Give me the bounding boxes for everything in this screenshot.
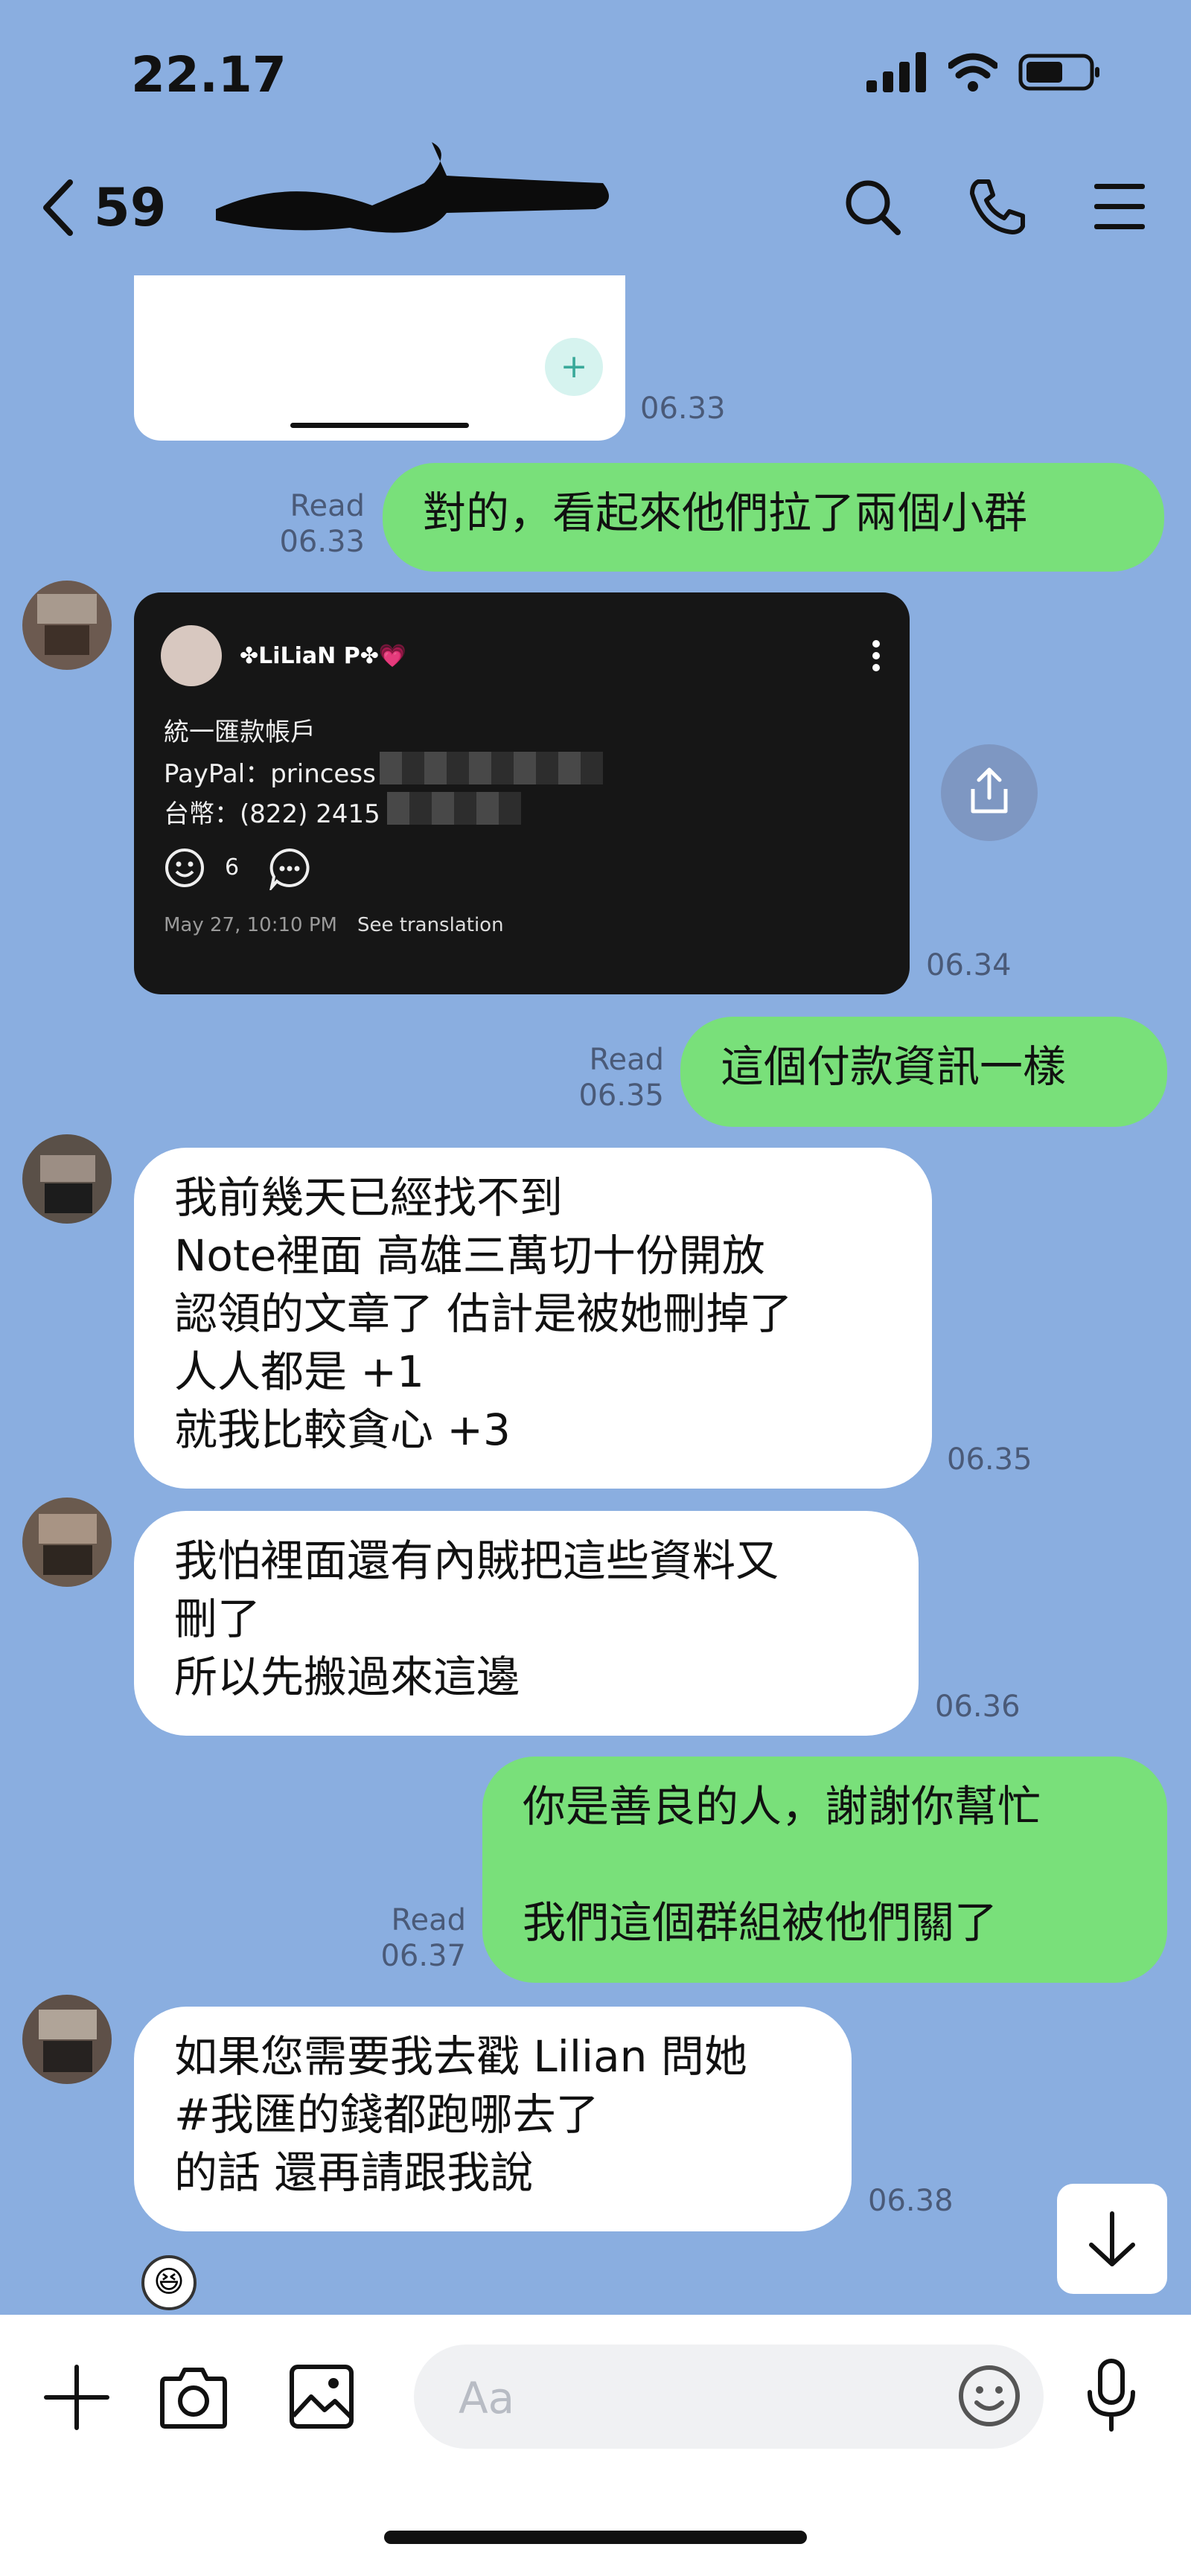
redacted-text (380, 752, 603, 784)
message-time: 06.35 (578, 1078, 664, 1113)
avatar[interactable] (22, 1995, 112, 2084)
chevron-left-icon (43, 179, 73, 236)
comment-icon[interactable] (268, 847, 311, 890)
read-receipt: Read 06.35 (573, 1042, 664, 1113)
post-avatar (161, 625, 222, 686)
phone-icon[interactable] (968, 177, 1027, 237)
outgoing-message[interactable]: 這個付款資訊一樣 (680, 1017, 1167, 1127)
plus-icon[interactable] (43, 2364, 110, 2431)
redacted-chat-name (216, 142, 609, 233)
avatar[interactable] (22, 1134, 112, 1224)
unread-count: 59 (94, 177, 167, 238)
message-time: 06.33 (279, 525, 365, 559)
avatar[interactable] (22, 581, 112, 670)
message-input-placeholder: Aa (459, 2373, 515, 2423)
incoming-message[interactable]: 如果您需要我去戳 Lilian 問她 #我匯的錢都跑哪去了 的話 還再請跟我說 (134, 2007, 852, 2231)
message-time: 06.33 (640, 391, 726, 426)
scroll-down-button[interactable] (1057, 2184, 1167, 2294)
emoji-icon[interactable] (957, 2364, 1021, 2428)
read-receipt: Read 06.37 (372, 1902, 466, 1974)
read-label: Read (290, 489, 365, 523)
status-time: 22.17 (131, 46, 287, 103)
header-actions (843, 177, 1146, 237)
add-icon[interactable]: + (545, 338, 603, 396)
card-handle (290, 423, 469, 428)
message-time: 06.37 (380, 1939, 466, 1973)
camera-icon[interactable] (159, 2364, 228, 2429)
redacted-text (387, 792, 521, 825)
post-author: ✤LiLiaN P✤💗 (240, 643, 407, 669)
share-icon (971, 767, 1008, 814)
search-icon[interactable] (843, 177, 902, 237)
outgoing-message[interactable]: 對的，看起來他們拉了兩個小群 (383, 463, 1164, 572)
home-indicator (384, 2531, 807, 2544)
sticker-reaction-icon[interactable]: 😆 (141, 2255, 197, 2310)
arrow-down-icon (1089, 2211, 1135, 2266)
post-line: PayPal：princess (164, 759, 376, 789)
reaction-count: 6 (225, 854, 240, 880)
previous-message-card[interactable]: + (134, 275, 625, 441)
menu-icon[interactable] (1093, 181, 1146, 233)
more-icon[interactable] (872, 640, 880, 671)
post-line: 台幣：(822) 2415 (164, 799, 380, 829)
share-button[interactable] (941, 744, 1038, 841)
incoming-message[interactable]: 我前幾天已經找不到 Note裡面 高雄三萬切十份開放 認領的文章了 估計是被她刪… (134, 1148, 932, 1489)
avatar[interactable] (22, 1498, 112, 1587)
status-icons (866, 52, 1102, 92)
message-time: 06.34 (926, 948, 1012, 982)
post-date: May 27, 10:10 PM (164, 914, 337, 936)
incoming-message[interactable]: 我怕裡面還有內賊把這些資料又 刪了 所以先搬過來這邊 (134, 1511, 919, 1736)
back-button[interactable]: 59 (42, 177, 166, 238)
read-label: Read (391, 1903, 466, 1937)
read-receipt: Read 06.33 (275, 488, 365, 560)
see-translation-link[interactable]: See translation (357, 914, 504, 936)
battery-icon (1018, 54, 1099, 91)
outgoing-message[interactable]: 你是善良的人，謝謝你幫忙 我們這個群組被他們關了 (482, 1757, 1167, 1983)
message-time: 06.38 (868, 2184, 954, 2218)
message-time: 06.35 (947, 1442, 1032, 1477)
shared-post-card[interactable]: ✤LiLiaN P✤💗 統一匯款帳戶 PayPal：princess 台幣：(8… (134, 592, 910, 994)
smile-icon[interactable] (164, 847, 205, 889)
microphone-icon[interactable] (1085, 2358, 1137, 2432)
image-icon[interactable] (289, 2364, 354, 2429)
wifi-icon (948, 53, 997, 92)
read-label: Read (589, 1043, 664, 1077)
signal-icon (866, 52, 926, 92)
post-line: 統一匯款帳戶 (164, 717, 316, 747)
message-time: 06.36 (935, 1690, 1021, 1724)
